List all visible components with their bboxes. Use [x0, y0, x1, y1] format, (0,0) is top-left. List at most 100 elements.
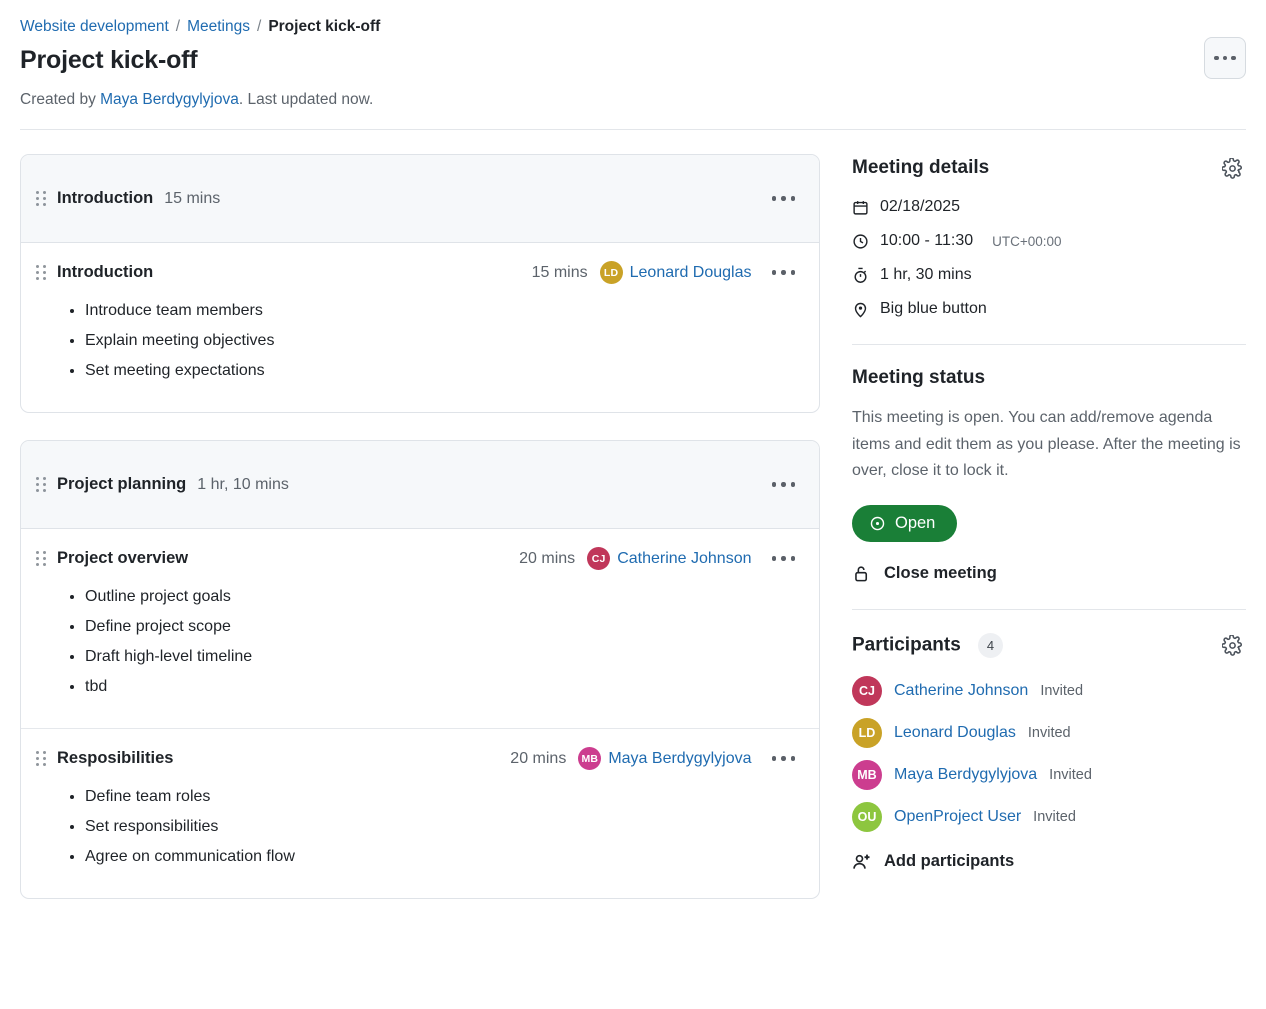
list-item: Set responsibilities	[85, 812, 799, 842]
list-item: Agree on communication flow	[85, 842, 799, 872]
ellipsis-icon	[1214, 55, 1219, 61]
agenda-section-title: Project planning	[57, 475, 187, 493]
page-subtitle: Created by Maya Berdygylyjova. Last upda…	[20, 91, 1246, 109]
sidebar-divider	[852, 608, 1246, 610]
agenda-item-owner-link[interactable]: Maya Berdygylyjova	[608, 750, 751, 768]
meeting-details-settings-button[interactable]	[1218, 154, 1246, 182]
agenda-section-card: Introduction 15 mins Introduction 15 min…	[20, 154, 820, 413]
agenda-item-notes: Introduce team members Explain meeting o…	[33, 296, 799, 386]
list-item: Introduce team members	[85, 296, 799, 326]
agenda-section-duration: 1 hr, 10 mins	[197, 475, 289, 493]
sidebar-divider	[852, 344, 1246, 345]
page-title: Project kick-off	[20, 46, 198, 74]
participant-name-link[interactable]: Maya Berdygylyjova	[894, 766, 1037, 784]
agenda-item-more-button[interactable]	[768, 264, 800, 281]
participant-status: Invited	[1033, 808, 1076, 825]
breadcrumb-separator: /	[257, 18, 262, 35]
unlock-icon	[855, 565, 868, 581]
created-by-prefix: Created by	[20, 91, 101, 108]
avatar: LD	[852, 717, 882, 748]
agenda-item-notes: Outline project goals Define project sco…	[33, 582, 799, 702]
meeting-location: Big blue button	[880, 300, 987, 317]
list-item: Explain meeting objectives	[85, 326, 799, 356]
list-item: Define project scope	[85, 612, 799, 642]
agenda-item-duration: 15 mins	[531, 263, 588, 281]
meeting-duration: 1 hr, 30 mins	[880, 266, 972, 283]
person-add-icon	[853, 854, 870, 869]
avatar: OU	[852, 801, 882, 832]
participant-status: Invited	[1049, 766, 1092, 783]
add-participants-button[interactable]: Add participants	[852, 852, 1246, 872]
location-pin-icon	[854, 302, 867, 318]
agenda-section-card: Project planning 1 hr, 10 mins Project o…	[20, 440, 820, 899]
breadcrumb-separator: /	[175, 18, 181, 35]
participant-name-link[interactable]: Leonard Douglas	[894, 724, 1016, 742]
drag-handle-icon[interactable]	[33, 551, 49, 566]
drag-handle-icon[interactable]	[33, 751, 49, 766]
avatar: CJ	[587, 547, 611, 570]
circle-dot-icon	[870, 516, 885, 530]
agenda-section-duration: 15 mins	[164, 189, 221, 207]
list-item: Define team roles	[85, 782, 799, 812]
meeting-date: 02/18/2025	[880, 198, 961, 215]
close-meeting-button[interactable]: Close meeting	[852, 564, 1246, 583]
meeting-time: 10:00 - 11:30	[880, 232, 974, 249]
agenda-item-notes: Define team roles Set responsibilities A…	[33, 782, 799, 872]
meeting-page: Website development / Meetings / Project…	[0, 0, 1266, 926]
agenda-item: Introduction 15 mins LD Leonard Douglas …	[21, 243, 819, 412]
created-by-user-link[interactable]: Maya Berdygylyjova	[100, 91, 239, 108]
avatar: MB	[578, 747, 602, 770]
participants-settings-button[interactable]	[1218, 632, 1246, 660]
participants-header: Participants 4	[852, 632, 1246, 660]
avatar: CJ	[852, 675, 882, 706]
page-more-actions-button[interactable]	[1204, 37, 1246, 79]
participant-name-link[interactable]: OpenProject User	[894, 808, 1021, 826]
list-item: OU OpenProject User Invited	[852, 801, 1246, 832]
calendar-icon	[853, 200, 868, 215]
breadcrumb-item-meetings[interactable]: Meetings	[187, 18, 250, 36]
participants-heading: Participants 4	[852, 633, 1004, 658]
list-item: Draft high-level timeline	[85, 642, 799, 672]
ellipsis-icon	[1231, 55, 1236, 61]
drag-handle-icon[interactable]	[33, 265, 49, 280]
agenda-item-more-button[interactable]	[768, 750, 800, 767]
participants-heading-label: Participants	[852, 634, 961, 656]
list-item: Outline project goals	[85, 582, 799, 612]
clock-icon	[853, 233, 868, 249]
agenda-section-more-button[interactable]	[768, 190, 800, 207]
stopwatch-icon	[854, 267, 867, 283]
agenda-item-owner-link[interactable]: Leonard Douglas	[630, 264, 752, 282]
drag-handle-icon[interactable]	[33, 191, 49, 206]
agenda-item-title: Project overview	[57, 549, 189, 567]
avatar: LD	[599, 261, 623, 284]
agenda-item-more-button[interactable]	[768, 550, 800, 567]
participants-count-badge: 4	[978, 633, 1004, 658]
agenda-item-duration: 20 mins	[519, 549, 576, 567]
meeting-status-heading: Meeting status	[852, 367, 986, 388]
agenda-column: Introduction 15 mins Introduction 15 min…	[20, 154, 820, 926]
meeting-details-header: Meeting details	[852, 154, 1246, 182]
list-item: CJ Catherine Johnson Invited	[852, 675, 1246, 706]
agenda-section-header[interactable]: Introduction 15 mins	[21, 155, 819, 243]
agenda-item-owner-link[interactable]: Catherine Johnson	[617, 550, 751, 568]
ellipsis-icon	[1222, 55, 1228, 61]
breadcrumb-item-current: Project kick-off	[268, 18, 381, 35]
add-participants-label: Add participants	[884, 852, 1015, 870]
participant-status: Invited	[1027, 724, 1071, 741]
drag-handle-icon[interactable]	[33, 477, 49, 492]
agenda-item-duration: 20 mins	[510, 749, 567, 767]
participant-status: Invited	[1040, 682, 1084, 699]
participant-name-link[interactable]: Catherine Johnson	[894, 682, 1028, 700]
meeting-location-row: Big blue button	[852, 300, 1246, 318]
agenda-item-title: Resposibilities	[57, 749, 174, 767]
meeting-status-badge[interactable]: Open	[852, 504, 958, 542]
agenda-section-more-button[interactable]	[768, 476, 800, 493]
breadcrumb-item-project[interactable]: Website development	[20, 18, 169, 36]
agenda-item: Resposibilities 20 mins MB Maya Berdygyl…	[21, 729, 819, 898]
last-updated-text: . Last updated now.	[238, 91, 374, 108]
meeting-sidebar: Meeting details 02/18/2025 10:00 - 11:30…	[852, 154, 1246, 926]
page-header: Project kick-off	[20, 37, 1246, 79]
meeting-status-description: This meeting is open. You can add/remove…	[852, 409, 1241, 479]
agenda-section-header[interactable]: Project planning 1 hr, 10 mins	[21, 441, 819, 529]
gear-icon	[1221, 157, 1242, 179]
